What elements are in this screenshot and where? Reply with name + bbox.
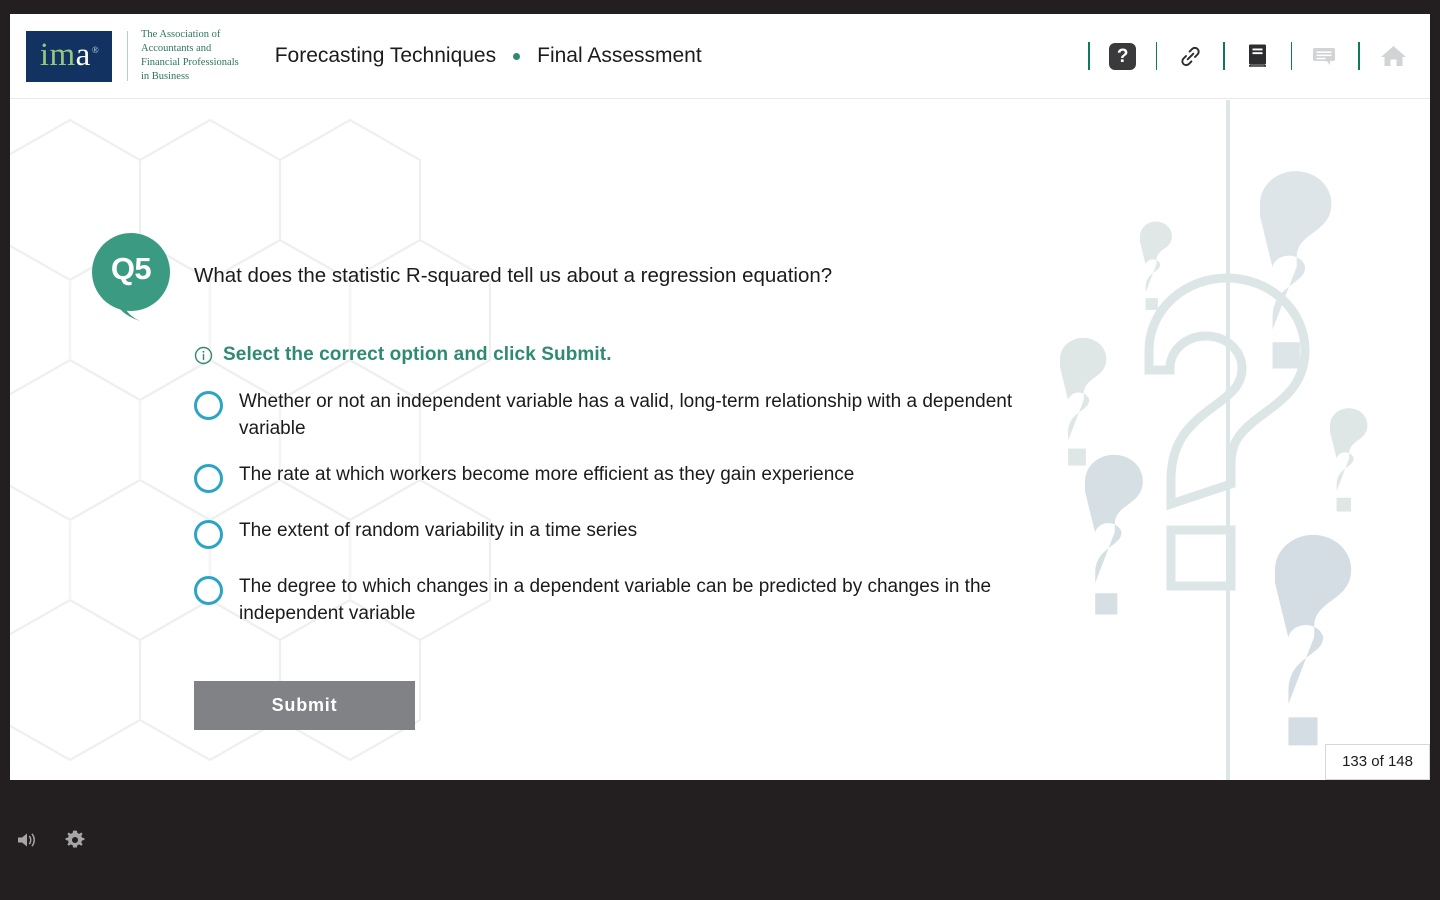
- toolbar-divider: [1223, 42, 1225, 70]
- link-icon-glyph: [1181, 46, 1200, 66]
- radio-button-c[interactable]: [194, 519, 223, 549]
- question-number-badge: Q5: [92, 233, 170, 321]
- breadcrumb: Forecasting Techniques Final Assessment: [275, 44, 702, 68]
- info-circle-icon: [194, 346, 213, 365]
- ima-logo-mark: ima®: [26, 30, 112, 82]
- option-d[interactable]: The degree to which changes in a depende…: [194, 573, 1074, 628]
- comment-icon-glyph: [1313, 48, 1336, 65]
- instruction-row: Select the correct option and click Subm…: [194, 344, 612, 366]
- option-c[interactable]: The extent of random variability in a ti…: [194, 517, 1074, 549]
- radio-button-b[interactable]: [194, 463, 223, 493]
- book-icon-glyph: [1248, 44, 1266, 67]
- logo-letter-i: i: [39, 36, 50, 73]
- page-counter: 133 of 148: [1325, 744, 1430, 780]
- question-number-label: Q5: [110, 251, 152, 286]
- help-icon-glyph: ?: [1109, 42, 1137, 70]
- ima-tagline: The Association of Accountants and Finan…: [141, 29, 239, 82]
- help-icon[interactable]: ?: [1106, 39, 1140, 73]
- course-title: Forecasting Techniques: [274, 44, 497, 67]
- player-control-bar: [0, 780, 1440, 900]
- answer-options-list: Whether or not an independent variable h…: [194, 388, 1074, 648]
- toolbar-divider: [1155, 42, 1158, 70]
- option-d-label: The degree to which changes in a depende…: [239, 575, 992, 624]
- toolbar-divider: [1290, 42, 1293, 70]
- option-a[interactable]: Whether or not an independent variable h…: [194, 388, 1074, 443]
- question-prompt: What does the statistic R-squared tell u…: [194, 264, 833, 287]
- toolbar-divider: [1358, 42, 1360, 70]
- ima-wordmark: ima®: [39, 36, 100, 73]
- settings-gear-icon[interactable]: [60, 825, 90, 855]
- option-b[interactable]: The rate at which workers become more ef…: [194, 461, 1074, 493]
- home-icon[interactable]: [1376, 39, 1410, 73]
- course-player-frame: ima® The Association of Accountants and …: [10, 14, 1430, 780]
- comment-icon[interactable]: [1308, 39, 1342, 73]
- option-c-label: The extent of random variability in a ti…: [239, 519, 638, 541]
- book-icon[interactable]: [1241, 39, 1275, 73]
- header-icon-toolbar: ?: [1072, 14, 1410, 98]
- logo-letter-a: a: [75, 36, 91, 73]
- settings-gear-icon-glyph: [65, 830, 85, 848]
- player-header: ima® The Association of Accountants and …: [10, 14, 1430, 99]
- home-icon-glyph: [1380, 46, 1406, 66]
- option-a-label: Whether or not an independent variable h…: [239, 391, 1013, 439]
- logo-divider: [127, 31, 128, 81]
- volume-icon-glyph: [18, 833, 35, 847]
- section-title: Final Assessment: [537, 44, 702, 67]
- option-b-label: The rate at which workers become more ef…: [239, 463, 855, 485]
- radio-button-d[interactable]: [194, 575, 223, 605]
- link-icon[interactable]: [1173, 39, 1207, 73]
- ima-logo: ima® The Association of Accountants and …: [26, 28, 239, 83]
- logo-letter-m: m: [49, 36, 76, 73]
- registered-mark: ®: [91, 44, 100, 55]
- breadcrumb-separator-dot: [513, 52, 521, 60]
- toolbar-divider: [1088, 42, 1090, 70]
- volume-icon[interactable]: [12, 825, 42, 855]
- radio-button-a[interactable]: [194, 391, 223, 420]
- slide-content: Q5 What does the statistic R-squared tel…: [10, 100, 1430, 780]
- question-mark-watermark: [1060, 100, 1368, 780]
- submit-button[interactable]: Submit: [194, 681, 415, 730]
- instruction-text: Select the correct option and click Subm…: [223, 344, 612, 365]
